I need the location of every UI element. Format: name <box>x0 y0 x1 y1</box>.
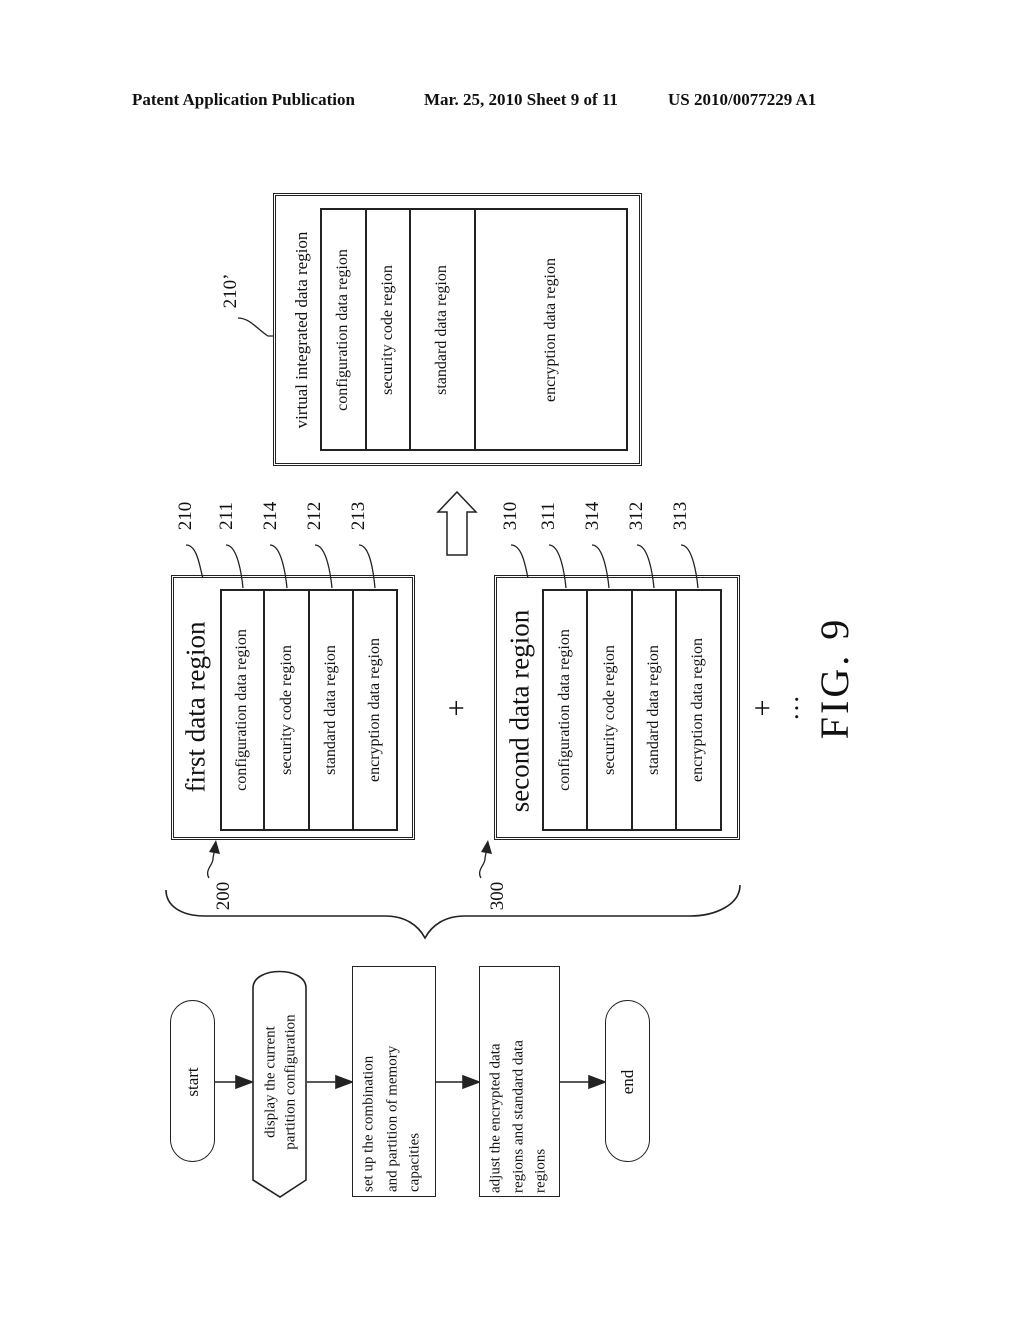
virtual-cell-security: security code region <box>378 265 396 395</box>
second-cell-standard: standard data region <box>644 645 662 775</box>
ref-314: 314 <box>582 501 604 531</box>
second-cell-encryption: encryption data region <box>688 638 706 782</box>
ref-210-prime: 210’ <box>220 273 242 309</box>
setup-step-line3: capacities <box>406 1132 423 1192</box>
second-cell-config: configuration data region <box>555 629 573 791</box>
leader-210-prime <box>237 317 273 337</box>
ref-214: 214 <box>260 501 282 531</box>
ref-210: 210 <box>175 501 197 531</box>
ref-212: 212 <box>304 501 326 531</box>
setup-step-line1: set up the combination <box>360 1055 377 1192</box>
first-cell-standard: standard data region <box>321 645 339 775</box>
adjust-step-line3: regions <box>532 1148 549 1193</box>
ellipsis: … <box>775 695 805 721</box>
arrow-300-head <box>481 840 492 854</box>
leader-310 <box>510 544 529 579</box>
setup-step-line2: and partition of memory <box>384 1045 401 1192</box>
display-step-line2: partition configuration <box>282 1014 299 1150</box>
adjust-step-line1: adjust the encrypted data <box>487 1043 504 1193</box>
first-cell-security: security code region <box>277 645 295 775</box>
ref-312: 312 <box>626 501 648 531</box>
virtual-cell-encryption: encryption data region <box>541 258 559 402</box>
virtual-cell-standard: standard data region <box>432 265 450 395</box>
end-label: end <box>618 1069 638 1095</box>
second-cell-security: security code region <box>600 645 618 775</box>
plus-sign-1: + <box>439 699 473 717</box>
figure-label: FIG. 9 <box>812 616 857 740</box>
virtual-region-title: virtual integrated data region <box>292 231 312 429</box>
flow-arrow-1 <box>235 1074 255 1090</box>
ref-311: 311 <box>538 502 560 530</box>
display-step-line1: display the current <box>262 1026 279 1138</box>
virtual-cell-config: configuration data region <box>333 249 351 411</box>
first-region-title: first data region <box>180 621 211 793</box>
ref-200: 200 <box>213 881 235 911</box>
ref-213: 213 <box>348 501 370 531</box>
transform-arrow-icon <box>436 490 478 556</box>
flow-arrow-4 <box>588 1074 608 1090</box>
ref-313: 313 <box>670 501 692 531</box>
ref-211: 211 <box>216 502 238 530</box>
group-brace <box>165 884 741 940</box>
flow-arrow-2 <box>335 1074 355 1090</box>
ref-300: 300 <box>487 881 509 911</box>
start-label: start <box>183 1067 203 1097</box>
ref-310: 310 <box>500 501 522 531</box>
first-cell-encryption: encryption data region <box>365 638 383 782</box>
second-region-title: second data region <box>504 609 535 813</box>
arrow-200-head <box>209 840 220 854</box>
adjust-step-line2: regions and standard data <box>510 1040 527 1193</box>
flow-arrow-3 <box>462 1074 482 1090</box>
first-cell-config: configuration data region <box>232 629 250 791</box>
leader-210 <box>185 544 204 579</box>
